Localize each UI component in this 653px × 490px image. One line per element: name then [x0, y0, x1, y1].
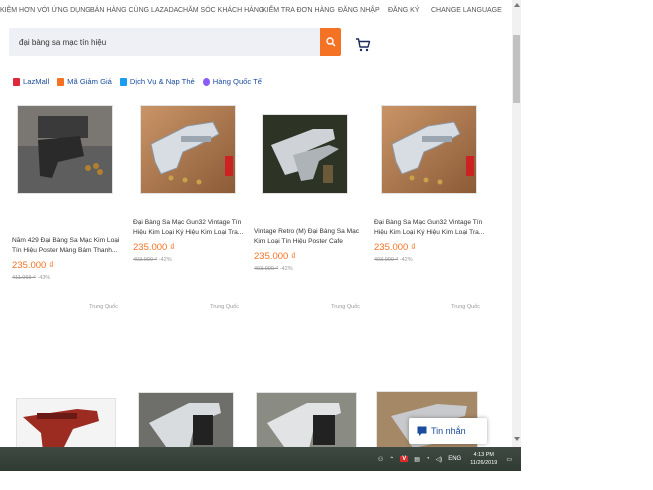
product-origin: Trung Quốc [89, 304, 118, 310]
category-label: Mã Giảm Giá [67, 77, 112, 86]
category-topup[interactable]: Dịch Vụ & Nạp Thẻ [119, 77, 195, 86]
product-old-price: 403.000 ₫ -42% [254, 266, 366, 272]
category-label: LazMall [23, 77, 50, 86]
notes-icon[interactable]: ▤ [414, 456, 420, 463]
category-label: Dịch Vụ & Nạp Thẻ [129, 77, 195, 86]
product-price: 235.000 ₫ [374, 242, 416, 253]
product-image[interactable] [381, 105, 477, 194]
chat-button[interactable]: Tin nhắn [409, 418, 487, 444]
product-old-price: 411.069 ₫ -43% [12, 275, 124, 281]
product-old-price: 403.000 ₫ -42% [374, 257, 486, 263]
product-card[interactable] [138, 392, 250, 447]
product-image[interactable] [16, 398, 116, 447]
top-links-bar: KIỆM HƠN VỚI ỨNG DỤNG BÁN HÀNG CÙNG LAZA… [0, 0, 512, 21]
product-image[interactable] [17, 105, 113, 194]
clock[interactable]: 4:13 PM 11/26/2019 [470, 451, 497, 467]
volume-icon[interactable]: ◁) [436, 456, 443, 463]
lazmall-icon [13, 77, 20, 86]
discount: -43% [37, 275, 51, 281]
product-origin: Trung Quốc [331, 304, 360, 310]
global-icon [202, 77, 210, 86]
toplink-change-language[interactable]: CHANGE LANGUAGE [431, 7, 502, 14]
network-icon[interactable]: ◔ [426, 456, 430, 462]
toplink-sell[interactable]: BÁN HÀNG CÙNG LAZADA [90, 7, 178, 14]
product-image[interactable] [262, 114, 348, 194]
old-price: 403.000 ₫ [133, 257, 158, 263]
cart-icon [356, 38, 371, 52]
product-title[interactable]: Năm 429 Đại Bàng Sa Mạc Kim Loại Tín Hiệ… [12, 236, 124, 256]
category-lazmall[interactable]: LazMall [13, 77, 49, 86]
search-input[interactable] [9, 28, 321, 56]
product-card[interactable]: Đại Bàng Sa Mạc Gun32 Vintage Tín Hiệu K… [133, 105, 245, 310]
category-global[interactable]: Hàng Quốc Tế [202, 77, 263, 86]
product-price: 235.000 ₫ [12, 260, 54, 271]
product-card[interactable] [16, 398, 128, 447]
product-card[interactable]: Năm 429 Đại Bàng Sa Mạc Kim Loại Tín Hiệ… [12, 105, 124, 310]
product-old-price: 403.000 ₫ -42% [133, 257, 245, 263]
voucher-icon [57, 77, 65, 86]
browser-page: KIỆM HƠN VỚI ỨNG DỤNG BÁN HÀNG CÙNG LAZA… [0, 0, 521, 447]
scroll-down-icon[interactable] [514, 437, 520, 441]
toplink-app[interactable]: KIỆM HƠN VỚI ỨNG DỤNG [0, 7, 91, 14]
taskbar: ⚇ ⌃ V ▤ ◔ ◁) ENG 4:13 PM 11/26/2019 ▭ [0, 447, 521, 471]
chat-label: Tin nhắn [431, 426, 466, 436]
app-tray-icon[interactable]: V [400, 456, 409, 462]
people-icon[interactable]: ⚇ [378, 456, 383, 463]
toplink-signup[interactable]: ĐĂNG KÝ [388, 7, 420, 14]
product-origin: Trung Quốc [451, 304, 480, 310]
toplink-customer-care[interactable]: CHĂM SÓC KHÁCH HÀNG [178, 7, 264, 14]
old-price: 403.000 ₫ [254, 266, 279, 272]
search-button[interactable] [320, 28, 341, 56]
category-bar: LazMall Mã Giảm Giá Dịch Vụ & Nạp Thẻ Hà… [13, 77, 270, 86]
discount: -42% [399, 257, 413, 263]
system-tray: ⚇ ⌃ V ▤ ◔ ◁) ENG 4:13 PM 11/26/2019 ▭ [375, 447, 515, 471]
chevron-up-icon[interactable]: ⌃ [389, 456, 394, 463]
toplink-track-order[interactable]: KIỂM TRA ĐƠN HÀNG [262, 7, 335, 14]
language-indicator[interactable]: ENG [448, 456, 461, 462]
product-price: 235.000 ₫ [133, 242, 175, 253]
screen: KIỆM HƠN VỚI ỨNG DỤNG BÁN HÀNG CÙNG LAZA… [0, 0, 653, 490]
product-title[interactable]: Đại Bàng Sa Mạc Gun32 Vintage Tín Hiệu K… [133, 218, 245, 238]
chat-icon [417, 426, 427, 436]
product-image[interactable] [138, 392, 234, 447]
scroll-up-icon[interactable] [514, 3, 520, 7]
discount: -42% [279, 266, 293, 272]
product-title[interactable]: Đại Bàng Sa Mạc Gun32 Vintage Tín Hiệu K… [374, 218, 486, 238]
discount: -42% [158, 257, 172, 263]
category-voucher[interactable]: Mã Giảm Giá [57, 77, 112, 86]
toplink-login[interactable]: ĐĂNG NHẬP [338, 7, 380, 14]
product-card[interactable] [256, 392, 368, 447]
clock-date: 11/26/2019 [470, 460, 498, 466]
notifications-icon[interactable]: ▭ [506, 456, 512, 463]
product-price: 235.000 ₫ [254, 251, 296, 262]
topup-icon [119, 77, 127, 86]
cart-button[interactable] [355, 37, 371, 53]
old-price: 403.000 ₫ [374, 257, 399, 263]
scrollbar-thumb[interactable] [513, 35, 520, 103]
product-card[interactable]: Đại Bàng Sa Mạc Gun32 Vintage Tín Hiệu K… [374, 105, 486, 310]
clock-time: 4:13 PM [473, 452, 494, 458]
category-label: Hàng Quốc Tế [212, 77, 263, 86]
product-image[interactable] [256, 392, 357, 447]
old-price: 411.069 ₫ [12, 275, 36, 281]
product-image[interactable] [140, 105, 236, 194]
product-origin: Trung Quốc [210, 304, 239, 310]
search-bar [9, 28, 321, 56]
search-icon [325, 37, 336, 47]
vertical-scrollbar[interactable] [512, 0, 521, 447]
product-title[interactable]: Vintage Retro (M) Đại Bàng Sa Mạc Kim Lo… [254, 227, 366, 247]
product-card[interactable]: Vintage Retro (M) Đại Bàng Sa Mạc Kim Lo… [254, 105, 366, 310]
